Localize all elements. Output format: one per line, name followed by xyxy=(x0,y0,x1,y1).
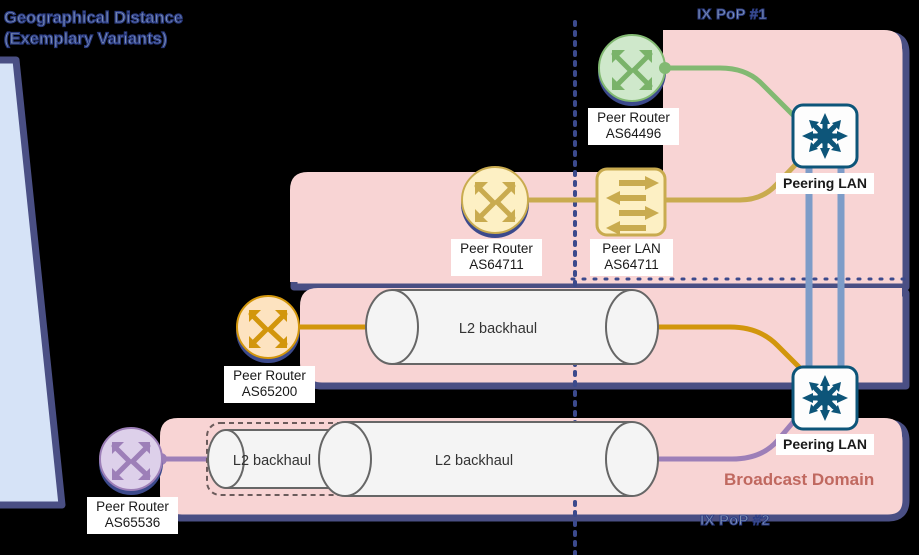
ix-pop-2-label: IX PoP #2 xyxy=(700,512,771,530)
node-label-line1: Peering LAN xyxy=(782,436,867,452)
node-label-line2: AS65200 xyxy=(241,384,298,399)
node-label-peering-lan-2: Peering LAN xyxy=(776,434,874,455)
l2-backhaul-inner-label: L2 backhaul xyxy=(233,453,311,469)
diagram-canvas: L2 backhaul L2 backhaul L2 backhaul Geog… xyxy=(0,0,919,555)
page-title: Geographical Distance (Exemplary Variant… xyxy=(3,8,183,50)
node-label-line1: Peer LAN xyxy=(602,241,661,256)
node-label-line1: Peer Router xyxy=(460,241,533,256)
node-label-as65536: Peer Router AS65536 xyxy=(87,497,178,534)
node-label-as64711-router: Peer Router AS64711 xyxy=(451,239,542,276)
node-label-line2: AS64496 xyxy=(605,126,662,141)
l2-backhaul-top-label: L2 backhaul xyxy=(459,321,537,337)
l2-backhaul-bottom-label: L2 backhaul xyxy=(435,453,513,469)
router-icon-as65536[interactable] xyxy=(99,427,163,495)
node-label-line2: AS64711 xyxy=(604,257,659,272)
router-icon-as64496[interactable] xyxy=(598,34,671,106)
peering-lan-icon-2[interactable] xyxy=(791,365,859,431)
node-label-as65200: Peer Router AS65200 xyxy=(224,366,315,403)
node-label-line1: Peer Router xyxy=(96,499,169,514)
node-label-line1: Peer Router xyxy=(233,368,306,383)
peering-lan-icon-1[interactable] xyxy=(791,103,859,169)
node-label-peer-lan-as64711: Peer LAN AS64711 xyxy=(590,239,673,276)
node-label-line1: Peer Router xyxy=(597,110,670,125)
node-label-peering-lan-1: Peering LAN xyxy=(776,173,874,194)
node-label-line2: AS65536 xyxy=(104,515,161,530)
router-icon-as64711[interactable] xyxy=(461,166,529,238)
node-label-as64496: Peer Router AS64496 xyxy=(588,108,679,145)
node-label-line2: AS64711 xyxy=(469,257,524,272)
switch-arrows-icon-peer-lan[interactable] xyxy=(595,167,667,237)
page-title-line2: (Exemplary Variants) xyxy=(3,29,168,48)
geographical-distance-wedge xyxy=(0,56,66,509)
ix-pop-1-label: IX PoP #1 xyxy=(697,6,768,24)
broadcast-domain-label: Broadcast Domain xyxy=(724,470,875,489)
node-label-line1: Peering LAN xyxy=(782,175,867,191)
router-icon-as65200[interactable] xyxy=(236,295,300,363)
page-title-line1: Geographical Distance xyxy=(3,8,183,27)
